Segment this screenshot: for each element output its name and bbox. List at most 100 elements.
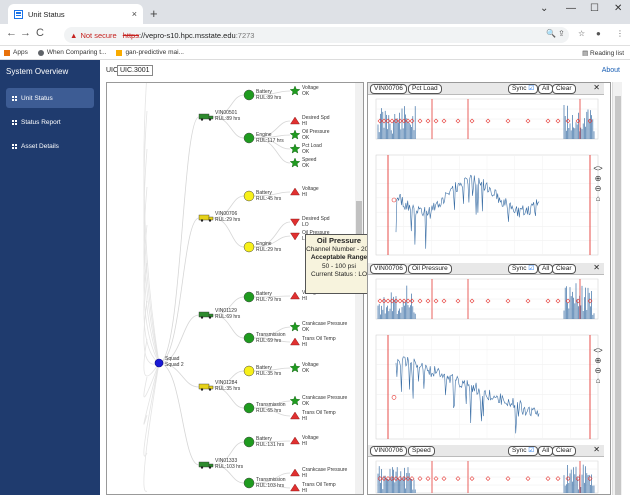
sensor-tooltip: Oil Pressure Channel Number - 203 Accept… (305, 234, 373, 294)
maximize-button[interactable]: ☐ (590, 3, 599, 14)
tree-link (158, 116, 200, 364)
tooltip-range: 50 - 100 psi (322, 262, 356, 270)
zoom-out-icon[interactable]: ⊖ (591, 366, 605, 376)
truck-icon (198, 311, 214, 319)
url-input[interactable]: ▲ Not secure https ://vepro-s10.hpc.msst… (64, 27, 569, 43)
channel-label: Speed (408, 446, 435, 456)
sensor-label: Desired Spd HI (302, 115, 330, 127)
reading-list-button[interactable]: ▤ Reading list (582, 49, 624, 57)
close-chart-icon[interactable]: ✕ (593, 263, 600, 272)
speed-chart[interactable] (368, 457, 604, 495)
chart-scroll-thumb[interactable] (615, 96, 621, 495)
sidebar-item-status-report[interactable]: Status Report (6, 112, 94, 132)
chart-card-header: VIN00706 Oil Pressure Sync ☑ All Clear ✕ (368, 263, 604, 275)
reload-button[interactable]: C (36, 27, 44, 39)
sensor-low-icon (290, 232, 300, 241)
component-node (243, 291, 255, 303)
bookmark-apps[interactable]: Apps (4, 49, 28, 56)
sync-checkbox[interactable]: Sync ☑ (508, 446, 539, 456)
tab-search-icon[interactable]: ⌄ (540, 3, 548, 14)
vehicle-label: VIN01129 RUL:69 hrs (215, 308, 241, 320)
sensor-high-icon (290, 291, 300, 300)
clear-button[interactable]: Clear (552, 84, 576, 94)
sensor-label: Pct Load OK (302, 143, 322, 155)
sensor-ok-icon (289, 129, 301, 140)
app-title: System Overview (0, 60, 100, 82)
sync-checkbox[interactable]: Sync ☑ (508, 264, 539, 274)
url-port: :7273 (235, 30, 255, 40)
sensor-high-icon (290, 436, 300, 445)
browser-titlebar: Unit Status × + ⌄ — ☐ ✕ (0, 0, 630, 24)
component-label: Battery RUL:79 hrs (256, 291, 282, 303)
vin-label: VIN00706 (370, 446, 407, 456)
component-node (243, 132, 255, 144)
forward-button[interactable]: → (20, 27, 31, 39)
reading-list-icon: ▤ (582, 50, 591, 57)
component-label: Battery RUL:131 hrs (256, 436, 285, 448)
minimize-button[interactable]: — (566, 3, 576, 14)
bookmark-item[interactable]: gan-predictive mai... (116, 49, 184, 56)
squad-node (154, 358, 164, 368)
chart-scrollbar[interactable] (612, 82, 622, 495)
all-button[interactable]: All (538, 264, 554, 274)
reset-icon[interactable]: ⌂ (591, 194, 605, 204)
sensor-high-icon (290, 483, 300, 492)
address-bar-row: ← → C ▲ Not secure https ://vepro-s10.hp… (0, 24, 630, 46)
pan-icon[interactable]: <> (591, 164, 605, 174)
zoom-out-icon[interactable]: ⊖ (591, 184, 605, 194)
sensor-label: Oil Pressure OK (302, 129, 330, 141)
sensor-ok-icon (289, 85, 301, 96)
close-chart-icon[interactable]: ✕ (593, 83, 600, 92)
uic-select[interactable]: UIC.3001 (117, 65, 153, 76)
pan-icon[interactable]: <> (591, 346, 605, 356)
not-secure-label[interactable]: Not secure (80, 31, 116, 40)
tab-close-icon[interactable]: × (132, 9, 137, 19)
bookmarks-bar: Apps When Comparing t... gan-predictive … (0, 46, 630, 60)
clear-button[interactable]: Clear (552, 264, 576, 274)
all-button[interactable]: All (538, 84, 554, 94)
tree-link (143, 362, 160, 425)
chart2-toolbar: <> ⊕ ⊖ ⌂ (591, 346, 605, 386)
sidebar-item-unit-status[interactable]: Unit Status (6, 88, 94, 108)
tooltip-status: Current Status : LO (311, 271, 367, 278)
zoom-icon[interactable]: 🔍 (546, 29, 556, 38)
back-button[interactable]: ← (6, 27, 17, 39)
zoom-in-icon[interactable]: ⊕ (591, 174, 605, 184)
clear-button[interactable]: Clear (552, 446, 576, 456)
pct-load-chart[interactable] (368, 95, 604, 258)
checkbox-icon: ☑ (528, 85, 535, 92)
vehicle-label: VIN01333 RUL:103 hrs (215, 458, 244, 470)
close-window-button[interactable]: ✕ (614, 3, 622, 14)
about-link[interactable]: About (602, 67, 620, 74)
all-button[interactable]: All (538, 446, 554, 456)
vehicle-label: VIN01284 RUL:35 hrs (215, 380, 241, 392)
sync-checkbox[interactable]: Sync ☑ (508, 84, 539, 94)
truck-icon (198, 461, 214, 469)
vehicle-label: VIN00706 RUL:29 hrs (215, 211, 241, 223)
menu-kebab-icon[interactable]: ⋮ (616, 29, 624, 38)
sensor-label: Crankcase Pressure OK (302, 321, 348, 333)
checkbox-icon: ☑ (528, 447, 535, 454)
component-node (243, 241, 255, 253)
sensor-high-icon (290, 411, 300, 420)
oil-pressure-chart[interactable] (368, 275, 604, 443)
sensor-label: Speed OK (302, 157, 317, 169)
component-node (243, 332, 255, 344)
sensor-ok-icon (289, 321, 301, 332)
new-tab-button[interactable]: + (150, 6, 158, 21)
sidebar-item-asset-details[interactable]: Asset Details (6, 136, 94, 156)
component-label: Transmission RUL:65 hrs (256, 402, 286, 414)
bookmark-item[interactable]: When Comparing t... (37, 49, 106, 56)
warning-icon: ▲ (70, 30, 78, 40)
profile-icon[interactable]: ● (596, 29, 601, 38)
bookmark-star-icon[interactable]: ☆ (578, 29, 585, 38)
reset-icon[interactable]: ⌂ (591, 376, 605, 386)
close-chart-icon[interactable]: ✕ (593, 445, 600, 454)
chart-panel: VIN00706 Pct Load Sync ☑ All Clear ✕ VIN… (367, 82, 611, 495)
sensor-label: Desired Spd LO (302, 216, 330, 228)
sensor-label: Voltage OK (302, 362, 319, 374)
browser-tab[interactable]: Unit Status × (8, 4, 143, 24)
share-icon[interactable]: ⇪ (558, 29, 565, 38)
grid-icon (12, 143, 17, 149)
zoom-in-icon[interactable]: ⊕ (591, 356, 605, 366)
